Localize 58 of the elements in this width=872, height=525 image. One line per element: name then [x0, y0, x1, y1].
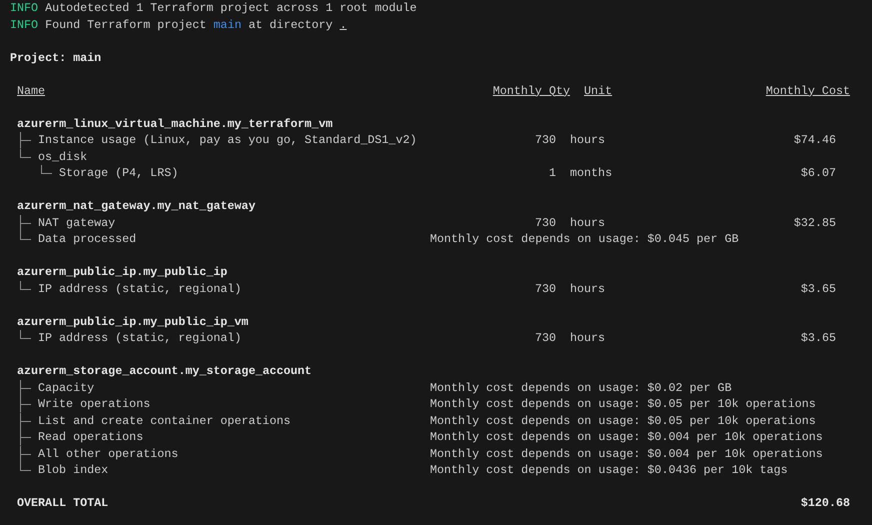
- monthly-qty: 1: [548, 166, 556, 180]
- component-name: Write operations: [38, 396, 150, 412]
- unit-label: months: [570, 166, 612, 180]
- monthly-qty: 730: [534, 216, 556, 230]
- monthly-cost: $3.65: [800, 282, 836, 296]
- project-label: Project: main: [10, 50, 102, 64]
- log-message: Autodetected 1 Terraform project across 1 root module: [45, 1, 417, 15]
- component-name: Blob index: [38, 462, 108, 478]
- column-header: Unit: [584, 84, 612, 98]
- resource-name: azurerm_linux_virtual_machine.my_terraform_vm: [17, 116, 333, 132]
- unit-label: hours: [570, 133, 606, 147]
- total-cost: $120.68: [800, 496, 850, 510]
- component-name: IP address (static, regional): [38, 330, 242, 346]
- tree-connector: [20, 280, 31, 290]
- unit-label: hours: [570, 331, 606, 345]
- tree-connector: [20, 380, 31, 396]
- resource-name: azurerm_storage_account.my_storage_account: [17, 363, 312, 380]
- component-name: os_disk: [38, 148, 88, 165]
- log-level: INFO: [10, 18, 38, 32]
- unit-label: hours: [570, 282, 606, 296]
- component-name: Storage (P4, LRS): [59, 165, 178, 182]
- column-header: Name: [17, 82, 46, 99]
- usage-note: Monthly cost depends on usage: $0.02 per GB: [430, 380, 732, 394]
- tree-connector: [41, 165, 52, 174]
- component-name: Data processed: [38, 231, 136, 248]
- component-name: IP address (static, regional): [38, 280, 242, 297]
- monthly-qty: 730: [534, 133, 556, 147]
- component-name: NAT gateway: [38, 214, 116, 231]
- log-level: INFO: [10, 1, 38, 15]
- resource-name: azurerm_public_ip.my_public_ip_vm: [17, 314, 248, 330]
- component-name: List and create container operations: [38, 412, 290, 429]
- column-header: Monthly Cost: [766, 84, 850, 98]
- tree-connector: [20, 396, 31, 412]
- monthly-cost: $74.46: [794, 133, 836, 147]
- monthly-cost: $6.07: [800, 166, 836, 180]
- monthly-qty: 730: [534, 282, 556, 296]
- tree-connector: [20, 412, 31, 429]
- monthly-cost: $3.65: [800, 331, 836, 345]
- component-name: Instance usage (Linux, pay as you go, Standard_DS1_v2): [38, 132, 417, 148]
- total-label: OVERALL TOTAL: [17, 495, 108, 512]
- column-header: Monthly Qty: [492, 84, 570, 98]
- usage-note: Monthly cost depends on usage: $0.004 per 10k operations: [430, 446, 823, 460]
- component-name: Capacity: [38, 380, 94, 396]
- usage-note: Monthly cost depends on usage: $0.05 per 10k operations: [430, 414, 816, 428]
- monthly-qty: 730: [534, 331, 556, 345]
- monthly-cost: $32.85: [794, 216, 836, 230]
- resource-name: azurerm_public_ip.my_public_ip: [17, 264, 228, 280]
- component-name: Read operations: [38, 429, 144, 446]
- tree-connector: [20, 330, 31, 339]
- usage-note: Monthly cost depends on usage: $0.004 per 10k operations: [430, 430, 823, 444]
- component-name: All other operations: [38, 446, 178, 462]
- usage-note: Monthly cost depends on usage: $0.045 per GB: [430, 232, 739, 246]
- log-message: Found Terraform project main at directory .: [45, 18, 347, 32]
- unit-label: hours: [570, 216, 606, 230]
- usage-note: Monthly cost depends on usage: $0.0436 per 10k tags: [430, 463, 788, 477]
- usage-note: Monthly cost depends on usage: $0.05 per 10k operations: [430, 397, 816, 411]
- resource-name: azurerm_nat_gateway.my_nat_gateway: [17, 198, 256, 214]
- tree-connector: [20, 429, 31, 446]
